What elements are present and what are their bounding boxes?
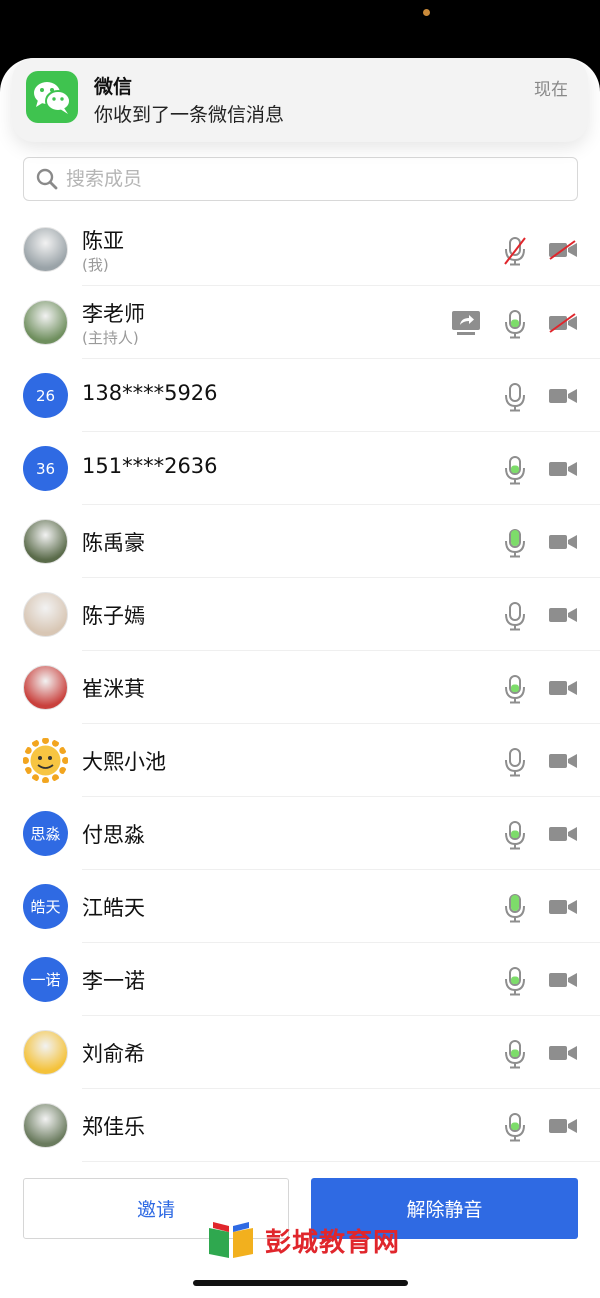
avatar-photo: [23, 665, 68, 710]
microphone-icon[interactable]: [503, 382, 527, 412]
camera-icon[interactable]: [548, 1116, 578, 1136]
member-row[interactable]: 一诺 李一诺: [0, 943, 600, 1016]
member-row[interactable]: 陈子嫣: [0, 578, 600, 651]
microphone-icon[interactable]: [503, 1112, 527, 1142]
member-row[interactable]: 大熙小池: [0, 724, 600, 797]
notification-message: 你收到了一条微信消息: [94, 104, 285, 126]
microphone-icon[interactable]: [503, 747, 527, 777]
screen-share-icon[interactable]: [451, 310, 481, 337]
camera-icon[interactable]: [548, 678, 578, 698]
notification-app-name: 微信: [94, 76, 133, 98]
member-search-box[interactable]: [23, 157, 578, 201]
camera-icon[interactable]: [548, 386, 578, 406]
member-name: 李一诺: [82, 969, 145, 993]
member-name: 付思淼: [82, 823, 145, 847]
wechat-notification-banner[interactable]: 微信 你收到了一条微信消息 现在: [12, 58, 588, 142]
watermark-logo: 彭城教育网: [205, 1216, 400, 1264]
microphone-icon[interactable]: [503, 820, 527, 850]
avatar-photo: [23, 1103, 68, 1148]
member-name: 138****5926: [82, 381, 218, 405]
member-name: 陈亚: [82, 229, 124, 253]
avatar-sun-icon: [23, 738, 68, 783]
member-row[interactable]: 思淼 付思淼: [0, 797, 600, 870]
member-name: 151****2636: [82, 454, 218, 478]
member-name: 大熙小池: [82, 750, 166, 774]
member-name: 陈子嫣: [82, 604, 145, 628]
member-name: 刘俞希: [82, 1042, 145, 1066]
avatar-photo: [23, 519, 68, 564]
avatar-photo: [23, 1030, 68, 1075]
avatar-photo: [23, 300, 68, 345]
member-row[interactable]: 郑佳乐: [0, 1089, 600, 1162]
member-row[interactable]: 36 151****2636: [0, 432, 600, 505]
member-row[interactable]: 崔洣萁: [0, 651, 600, 724]
camera-icon[interactable]: [548, 970, 578, 990]
member-row[interactable]: 26 138****5926: [0, 359, 600, 432]
avatar-initials: 一诺: [23, 957, 68, 1002]
avatar-initials: 皓天: [23, 884, 68, 929]
watermark-text: 彭城教育网: [265, 1227, 401, 1258]
camera-icon[interactable]: [548, 751, 578, 771]
microphone-icon[interactable]: [503, 1039, 527, 1069]
avatar-initials: 36: [23, 446, 68, 491]
avatar-initials: 26: [23, 373, 68, 418]
microphone-muted-icon[interactable]: [503, 236, 527, 266]
member-name: 李老师: [82, 302, 145, 326]
front-camera-dot: [423, 9, 430, 16]
member-row[interactable]: 陈亚 (我): [0, 213, 600, 286]
microphone-icon[interactable]: [503, 455, 527, 485]
search-icon: [36, 168, 58, 190]
member-list: 陈亚 (我) 李老师 (主持人) 26 138****5926 36 151****2636 陈…: [0, 213, 600, 1162]
member-name: 江皓天: [82, 896, 145, 920]
member-name: 郑佳乐: [82, 1115, 145, 1139]
search-input[interactable]: [66, 158, 566, 200]
camera-off-icon[interactable]: [548, 240, 578, 260]
microphone-icon[interactable]: [503, 966, 527, 996]
member-name: 陈禹豪: [82, 531, 145, 555]
member-row[interactable]: 刘俞希: [0, 1016, 600, 1089]
row-divider: [82, 1161, 600, 1162]
microphone-icon[interactable]: [503, 528, 527, 558]
camera-off-icon[interactable]: [548, 313, 578, 333]
camera-icon[interactable]: [548, 605, 578, 625]
home-indicator[interactable]: [193, 1280, 408, 1286]
avatar-photo: [23, 227, 68, 272]
camera-icon[interactable]: [548, 1043, 578, 1063]
wechat-icon: [26, 71, 78, 123]
notification-time: 现在: [534, 80, 568, 100]
member-role: (我): [82, 256, 109, 274]
microphone-icon[interactable]: [503, 674, 527, 704]
microphone-icon[interactable]: [503, 309, 527, 339]
camera-icon[interactable]: [548, 897, 578, 917]
member-row[interactable]: 皓天 江皓天: [0, 870, 600, 943]
avatar-initials: 思淼: [23, 811, 68, 856]
microphone-icon[interactable]: [503, 601, 527, 631]
book-logo-icon: [209, 1222, 253, 1258]
microphone-icon[interactable]: [503, 893, 527, 923]
avatar-photo: [23, 592, 68, 637]
member-row[interactable]: 陈禹豪: [0, 505, 600, 578]
camera-icon[interactable]: [548, 459, 578, 479]
member-row[interactable]: 李老师 (主持人): [0, 286, 600, 359]
member-role: (主持人): [82, 329, 139, 347]
camera-icon[interactable]: [548, 532, 578, 552]
member-name: 崔洣萁: [82, 677, 145, 701]
camera-icon[interactable]: [548, 824, 578, 844]
